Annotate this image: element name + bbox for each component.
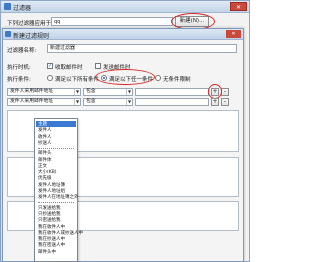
dropdown-option[interactable]: 我在收件人或抄送人中 bbox=[38, 230, 83, 236]
minus-icon: - bbox=[223, 98, 227, 105]
dropdown-option[interactable]: 我在密送人中 bbox=[38, 242, 65, 248]
dropdown-option[interactable]: 邮件体 bbox=[38, 157, 52, 163]
close-icon[interactable]: ✕ bbox=[230, 2, 247, 11]
minus-icon: - bbox=[223, 88, 227, 95]
dropdown-option[interactable]: 优先级 bbox=[38, 175, 52, 181]
filter-account-select[interactable]: qq bbox=[51, 17, 173, 26]
field-dropdown-list: 主题 发件人 收件人 抄送人邮件头 邮件体 正文 大小(KB) 优先级 发件人地址簿 发件人地址组… bbox=[34, 118, 83, 262]
exec-cond-label: 执行条件: bbox=[7, 77, 31, 83]
dropdown-option[interactable]: 发件人在地址簿之外 bbox=[38, 194, 79, 200]
send-checkbox[interactable] bbox=[95, 63, 101, 69]
remove-condition-button[interactable]: - bbox=[221, 98, 229, 106]
dropdown-option[interactable]: 抄送人 bbox=[38, 140, 52, 146]
condition-field-select[interactable]: 发件人采用邮件地址 ▼ bbox=[7, 88, 81, 96]
dropdown-option[interactable]: 收件人 bbox=[38, 134, 52, 140]
condition-value-input[interactable] bbox=[135, 88, 209, 96]
filter-name-label: 过滤器名称: bbox=[7, 48, 37, 54]
new-rule-titlebar[interactable]: 新建过滤规则 ✕ bbox=[3, 29, 243, 40]
filter-window-titlebar[interactable]: 过滤器 ✕ bbox=[1, 1, 249, 13]
chevron-down-icon: ▼ bbox=[74, 99, 80, 105]
no-condition-radio[interactable] bbox=[155, 75, 161, 81]
dropdown-option[interactable]: 主题 bbox=[36, 121, 76, 127]
all-conditions-radio[interactable] bbox=[47, 75, 53, 81]
all-conditions-label: 满足以下所有条件 bbox=[55, 77, 100, 83]
condition-field-select[interactable]: 发件人采用邮件地址 ▼ bbox=[7, 98, 81, 106]
chevron-down-icon: ▼ bbox=[74, 89, 80, 95]
condition-field-value: 发件人采用邮件地址 bbox=[10, 89, 54, 94]
receive-label: 收取邮件时 bbox=[55, 65, 83, 71]
condition-op-value: 包含 bbox=[86, 89, 96, 94]
add-condition-button[interactable]: + bbox=[211, 98, 219, 106]
filter-window-title: 过滤器 bbox=[13, 5, 32, 12]
dropdown-option[interactable]: 我在抄送人中 bbox=[38, 236, 65, 242]
receive-checkbox[interactable]: ✓ bbox=[47, 63, 53, 69]
condition-value-input[interactable] bbox=[135, 98, 209, 106]
dropdown-separator bbox=[38, 202, 74, 204]
highlight-ring bbox=[95, 69, 155, 85]
dropdown-option[interactable]: 大小(KB) bbox=[38, 169, 57, 175]
dropdown-option[interactable]: 邮件头 bbox=[38, 150, 52, 156]
chevron-down-icon: ▼ bbox=[126, 89, 132, 95]
app-icon bbox=[5, 31, 11, 37]
no-condition-label: 无条件限制 bbox=[163, 77, 191, 83]
new-rule-title: 新建过滤规则 bbox=[13, 33, 50, 40]
dropdown-option[interactable]: 正文 bbox=[38, 163, 47, 169]
condition-op-value: 包含 bbox=[86, 99, 96, 104]
condition-op-select[interactable]: 包含 ▼ bbox=[83, 88, 133, 96]
remove-condition-button[interactable]: - bbox=[221, 88, 229, 96]
dropdown-option[interactable]: 只密送给我 bbox=[38, 217, 61, 223]
dropdown-option[interactable]: 邮件头中 bbox=[38, 249, 56, 255]
close-icon[interactable]: ✕ bbox=[226, 30, 241, 38]
dropdown-option[interactable]: 只发送给我 bbox=[38, 205, 61, 211]
condition-field-value: 发件人采用邮件地址 bbox=[10, 99, 54, 104]
dropdown-option[interactable]: 发件人地址组 bbox=[38, 188, 65, 194]
filter-name-input[interactable]: 新建过滤器 bbox=[47, 44, 237, 53]
chevron-down-icon: ▼ bbox=[126, 99, 132, 105]
dropdown-option[interactable]: 只抄送给我 bbox=[38, 211, 61, 217]
plus-icon: + bbox=[212, 98, 218, 105]
dropdown-option[interactable]: 发件人 bbox=[38, 127, 52, 133]
condition-op-select[interactable]: 包含 ▼ bbox=[83, 98, 133, 106]
filter-apply-label: 下列过滤器应用于: bbox=[7, 21, 53, 27]
dropdown-option[interactable]: 发件人地址簿 bbox=[38, 182, 65, 188]
dropdown-separator bbox=[38, 147, 74, 149]
dropdown-option[interactable]: 我在收件人中 bbox=[38, 224, 65, 230]
highlight-ring bbox=[208, 84, 222, 99]
exec-timing-label: 执行时机: bbox=[7, 65, 31, 71]
app-icon bbox=[4, 3, 11, 10]
